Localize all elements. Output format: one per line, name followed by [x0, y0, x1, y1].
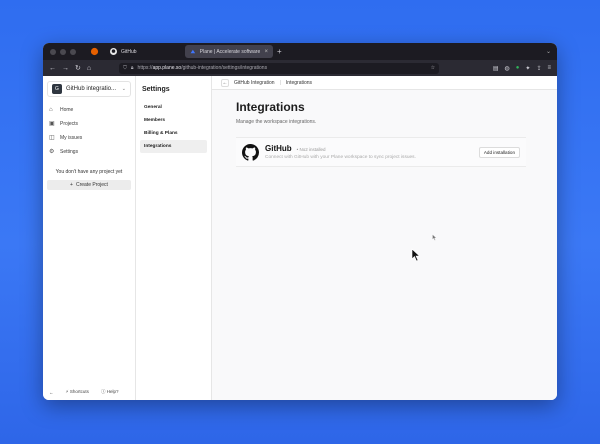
browser-window: GitHub Plane | Accelerate software deli.…	[43, 43, 557, 400]
sidebar-item-label: My issues	[60, 135, 83, 141]
window-controls[interactable]	[50, 48, 76, 55]
settings-icon: ⚙	[49, 149, 55, 155]
menu-icon[interactable]: ≡	[547, 65, 551, 72]
create-project-button[interactable]: + Create Project	[47, 180, 131, 190]
home-icon[interactable]: ⌂	[87, 65, 91, 72]
integration-info: GitHub • No2 installed Connect with GitH…	[265, 144, 416, 160]
firefox-view-icon[interactable]	[90, 47, 99, 56]
breadcrumb-current: Integrations	[285, 79, 313, 86]
share-icon[interactable]: ⇪	[536, 65, 541, 72]
reader-icon[interactable]: ▤	[493, 65, 499, 72]
mouse-cursor-icon	[411, 248, 421, 262]
shield-icon[interactable]: ⛉	[123, 65, 127, 71]
tab-list-chevron-icon[interactable]: ⌄	[546, 48, 551, 55]
close-tab-icon[interactable]: ×	[264, 49, 268, 55]
settings-item-general[interactable]: General	[140, 101, 207, 114]
workspace-switcher[interactable]: G GitHub integratio... ⌄	[47, 81, 131, 97]
tab-strip: GitHub Plane | Accelerate software deli.…	[43, 43, 557, 60]
install-count: • No2 installed	[296, 147, 326, 152]
tab-label: Plane | Accelerate software deli...	[199, 48, 261, 55]
back-button[interactable]: ←	[221, 78, 229, 87]
page-subtitle: Manage the workspace integrations.	[236, 119, 317, 125]
sidebar-item-label: Settings	[60, 149, 79, 155]
add-installation-button[interactable]: Add installation	[478, 146, 520, 158]
sidebar-item-home[interactable]: ⌂ Home	[43, 103, 135, 117]
new-tab-icon[interactable]: +	[277, 47, 282, 56]
settings-nav: Settings General Members Billing & Plans…	[136, 76, 212, 400]
cursor-ghost-icon	[432, 234, 437, 241]
empty-projects-text: You don't have any project yet	[55, 169, 123, 175]
puzzle-icon[interactable]: ✦	[525, 65, 530, 72]
sidebar-item-label: Home	[60, 107, 74, 113]
breadcrumb-separator: |	[279, 79, 281, 86]
plus-icon: +	[70, 182, 73, 188]
sidebar-menu: ⌂ Home ▣ Projects ◫ My issues ⚙ Settings	[43, 103, 135, 159]
forward-icon[interactable]: →	[62, 65, 69, 72]
address-bar[interactable]: ⛉ 🔒︎ https://app.plane.so/github-integra…	[119, 62, 440, 74]
minimize-window-icon[interactable]	[60, 48, 66, 55]
maximize-window-icon[interactable]	[70, 48, 76, 55]
bookmark-star-icon[interactable]: ☆	[431, 65, 435, 71]
shortcuts-button[interactable]: ⚡︎ Shortcuts	[66, 389, 89, 395]
toolbar-extensions: ▤ ◍ ● ✦ ⇪ ≡	[493, 65, 551, 72]
plane-icon	[190, 49, 196, 54]
home-icon: ⌂	[49, 107, 53, 113]
url-text: https://app.plane.so/github-integration/…	[137, 65, 268, 71]
projects-icon: ▣	[49, 121, 55, 127]
workspace-name: GitHub integratio...	[66, 86, 117, 92]
reload-icon[interactable]: ↻	[75, 64, 81, 72]
sidebar-item-my-issues[interactable]: ◫ My issues	[43, 131, 135, 145]
settings-title: Settings	[142, 86, 170, 93]
extension-icon[interactable]: ●	[516, 65, 520, 72]
main-content: ← GitHub Integration | Integrations Inte…	[212, 76, 557, 400]
issues-icon: ◫	[49, 135, 55, 141]
pocket-icon[interactable]: ◍	[505, 65, 510, 72]
breadcrumb-workspace[interactable]: GitHub Integration	[234, 80, 275, 86]
workspace-avatar: G	[52, 84, 62, 94]
sidebar-item-label: Projects	[60, 121, 79, 127]
tab-plane[interactable]: Plane | Accelerate software deli... ×	[185, 45, 273, 58]
help-button[interactable]: ⓘ Help?	[101, 389, 119, 395]
navigation-bar: ← → ↻ ⌂ ⛉ 🔒︎ https://app.plane.so/github…	[43, 60, 557, 76]
settings-item-billing[interactable]: Billing & Plans	[140, 127, 207, 140]
back-icon[interactable]: ←	[49, 65, 56, 72]
sidebar-item-projects[interactable]: ▣ Projects	[43, 117, 135, 131]
page-title: Integrations	[236, 100, 305, 114]
integrations-page: Integrations Manage the workspace integr…	[212, 90, 557, 167]
github-logo-icon	[242, 143, 259, 161]
integration-card-github: GitHub • No2 installed Connect with GitH…	[236, 137, 526, 167]
tab-label: GitHub	[121, 48, 137, 55]
settings-item-members[interactable]: Members	[140, 114, 207, 127]
github-icon	[110, 48, 117, 55]
collapse-sidebar-icon[interactable]: ←	[49, 390, 54, 395]
breadcrumb: ← GitHub Integration | Integrations	[212, 76, 557, 90]
plane-app: G GitHub integratio... ⌄ ⌂ Home ▣ Projec…	[43, 76, 557, 400]
integration-name: GitHub	[265, 144, 292, 153]
lock-icon[interactable]: 🔒︎	[131, 65, 134, 71]
integration-description: Connect with GitHub with your Plane work…	[265, 155, 416, 160]
create-project-label: Create Project	[75, 182, 108, 188]
sidebar-footer: ← ⚡︎ Shortcuts ⓘ Help?	[49, 389, 129, 395]
sidebar-item-settings[interactable]: ⚙ Settings	[43, 145, 135, 159]
settings-item-integrations[interactable]: Integrations	[140, 140, 207, 153]
chevron-down-icon: ⌄	[121, 86, 126, 92]
sidebar: G GitHub integratio... ⌄ ⌂ Home ▣ Projec…	[43, 76, 136, 400]
tab-github[interactable]: GitHub	[105, 45, 185, 58]
close-window-icon[interactable]	[50, 48, 56, 55]
